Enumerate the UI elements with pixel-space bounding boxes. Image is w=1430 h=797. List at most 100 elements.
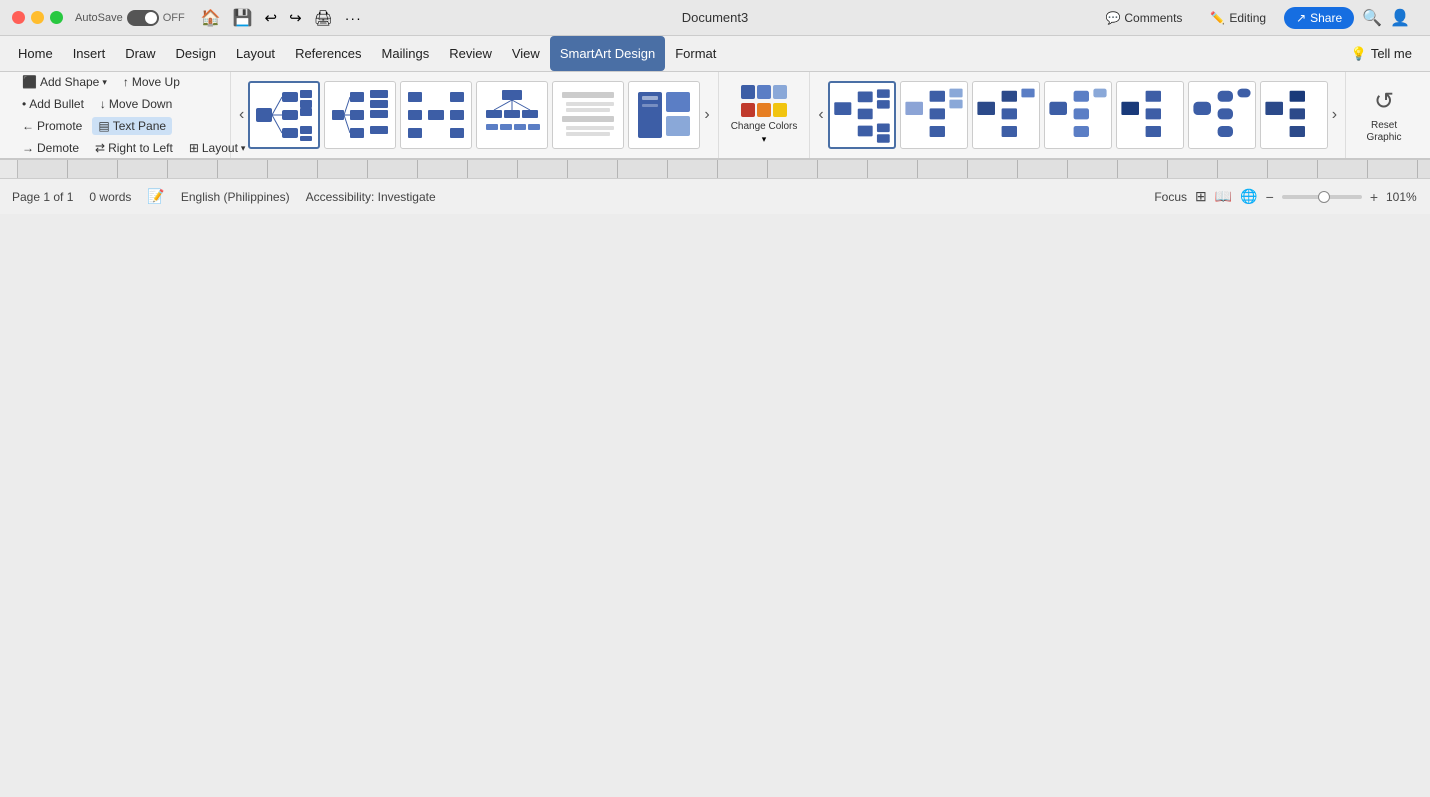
move-down-icon: ↓	[100, 97, 106, 111]
menu-format[interactable]: Format	[665, 36, 726, 71]
statusbar: Page 1 of 1 0 words 📝 English (Philippin…	[0, 178, 1430, 214]
save-icon[interactable]: 💾	[233, 8, 253, 28]
zoom-thumb[interactable]	[1318, 191, 1330, 203]
style-thumb-3[interactable]	[972, 81, 1040, 149]
zoom-in-button[interactable]: +	[1370, 189, 1378, 205]
layouts-prev-button[interactable]: ‹	[235, 106, 248, 124]
layout-thumb-1[interactable]	[248, 81, 320, 149]
menubar: Home Insert Draw Design Layout Reference…	[0, 36, 1430, 72]
minimize-button[interactable]	[31, 11, 44, 24]
menu-review[interactable]: Review	[439, 36, 502, 71]
account-icon[interactable]: 👤	[1390, 8, 1410, 28]
move-down-button[interactable]: ↓ Move Down	[94, 95, 178, 113]
document-title: Document3	[682, 10, 748, 25]
styles-prev-button[interactable]: ‹	[814, 106, 827, 124]
word-count: 0 words	[89, 190, 131, 204]
style-thumb-2[interactable]	[900, 81, 968, 149]
menu-smartart-design[interactable]: SmartArt Design	[550, 36, 665, 71]
add-shape-dropdown-icon: ▾	[102, 77, 107, 88]
layout-thumb-4[interactable]	[476, 81, 548, 149]
layout-thumb-3[interactable]	[400, 81, 472, 149]
demote-icon: →	[22, 141, 34, 155]
autosave-state: OFF	[163, 12, 185, 24]
view-normal-icon[interactable]: ⊞	[1195, 188, 1207, 205]
close-button[interactable]	[12, 11, 25, 24]
home-icon[interactable]: 🏠	[201, 8, 221, 28]
maximize-button[interactable]	[50, 11, 63, 24]
promote-icon: ←	[22, 119, 34, 133]
menu-mailings[interactable]: Mailings	[372, 36, 440, 71]
search-icon[interactable]: 🔍	[1362, 8, 1382, 28]
menu-draw[interactable]: Draw	[115, 36, 165, 71]
horizontal-ruler-row	[0, 160, 1430, 178]
print-icon[interactable]: 🖨	[314, 9, 333, 27]
layout-thumb-2[interactable]	[324, 81, 396, 149]
demote-button[interactable]: → Demote	[16, 139, 85, 157]
autosave-toggle[interactable]	[127, 10, 159, 26]
track-changes-icon: 📝	[147, 188, 164, 205]
menu-references[interactable]: References	[285, 36, 371, 71]
menu-insert[interactable]: Insert	[63, 36, 116, 71]
ruler-corner	[0, 160, 18, 178]
toolbar: ⬛ Add Shape ▾ ↑ Move Up • Add Bullet ↓ M…	[0, 72, 1430, 160]
reset-graphic-label: Reset Graphic	[1356, 120, 1412, 144]
style-thumb-1[interactable]	[828, 81, 896, 149]
share-icon: ↗	[1296, 11, 1306, 25]
right-to-left-icon: ⇄	[95, 141, 105, 155]
statusbar-right: Focus ⊞ 📖 🌐 − + 101%	[1154, 188, 1418, 205]
add-shape-icon: ⬛	[22, 75, 37, 89]
move-up-button[interactable]: ↑ Move Up	[117, 73, 186, 91]
add-shape-button[interactable]: ⬛ Add Shape ▾	[16, 73, 113, 91]
add-bullet-icon: •	[22, 97, 26, 111]
layouts-next-button[interactable]: ›	[700, 106, 713, 124]
comment-icon: 💬	[1105, 11, 1120, 25]
share-button[interactable]: ↗ Share	[1284, 7, 1354, 29]
styles-next-button[interactable]: ›	[1328, 106, 1341, 124]
comments-button[interactable]: 💬 Comments	[1095, 7, 1192, 29]
style-thumb-5[interactable]	[1116, 81, 1184, 149]
header-controls: 💬 Comments ✏️ Editing ↗ Share 🔍 👤	[1095, 7, 1418, 29]
redo-icon[interactable]: ↪	[289, 9, 302, 27]
horizontal-ruler	[18, 160, 1430, 178]
accessibility[interactable]: Accessibility: Investigate	[306, 190, 436, 204]
more-icon[interactable]: ···	[345, 10, 362, 26]
menu-tell-me[interactable]: 💡 Tell me	[1341, 36, 1422, 71]
undo-icon[interactable]: ↩	[265, 9, 278, 27]
reset-graphic-button[interactable]: ↺ Reset Graphic	[1346, 72, 1422, 158]
titlebar: AutoSave OFF 🏠 💾 ↩ ↪ 🖨 ··· Document3 💬 C…	[0, 0, 1430, 36]
right-to-left-button[interactable]: ⇄ Right to Left	[89, 139, 179, 157]
pencil-icon: ✏️	[1210, 11, 1225, 25]
layout-icon: ⊞	[189, 141, 199, 155]
change-colors-button[interactable]: Change Colors ▾	[719, 72, 811, 158]
change-colors-dropdown: ▾	[762, 134, 767, 145]
menu-layout[interactable]: Layout	[226, 36, 285, 71]
layout-thumb-5[interactable]	[552, 81, 624, 149]
add-bullet-button[interactable]: • Add Bullet	[16, 95, 90, 113]
layouts-gallery	[248, 81, 700, 149]
menu-view[interactable]: View	[502, 36, 550, 71]
text-pane-button[interactable]: ▤ Text Pane	[92, 117, 172, 135]
menu-home[interactable]: Home	[8, 36, 63, 71]
zoom-slider[interactable]	[1282, 195, 1362, 199]
focus-button[interactable]: Focus	[1154, 190, 1187, 204]
zoom-level[interactable]: 101%	[1386, 190, 1418, 204]
style-thumb-7[interactable]	[1260, 81, 1328, 149]
style-thumb-4[interactable]	[1044, 81, 1112, 149]
editing-button[interactable]: ✏️ Editing	[1200, 7, 1276, 29]
autosave-label: AutoSave	[75, 12, 123, 24]
language[interactable]: English (Philippines)	[181, 190, 290, 204]
lightbulb-icon: 💡	[1351, 46, 1367, 62]
view-read-icon[interactable]: 📖	[1215, 188, 1232, 205]
move-up-icon: ↑	[123, 75, 129, 89]
menu-design[interactable]: Design	[166, 36, 226, 71]
view-web-icon[interactable]: 🌐	[1240, 188, 1257, 205]
text-pane-icon: ▤	[98, 119, 109, 133]
style-thumb-6[interactable]	[1188, 81, 1256, 149]
zoom-out-button[interactable]: −	[1266, 189, 1274, 205]
page-info: Page 1 of 1	[12, 190, 73, 204]
layout-thumb-6[interactable]	[628, 81, 700, 149]
autosave-control[interactable]: AutoSave OFF	[75, 10, 185, 26]
promote-button[interactable]: ← Promote	[16, 117, 88, 135]
traffic-lights	[12, 11, 63, 24]
create-graphic-section: ⬛ Add Shape ▾ ↑ Move Up • Add Bullet ↓ M…	[8, 72, 231, 158]
